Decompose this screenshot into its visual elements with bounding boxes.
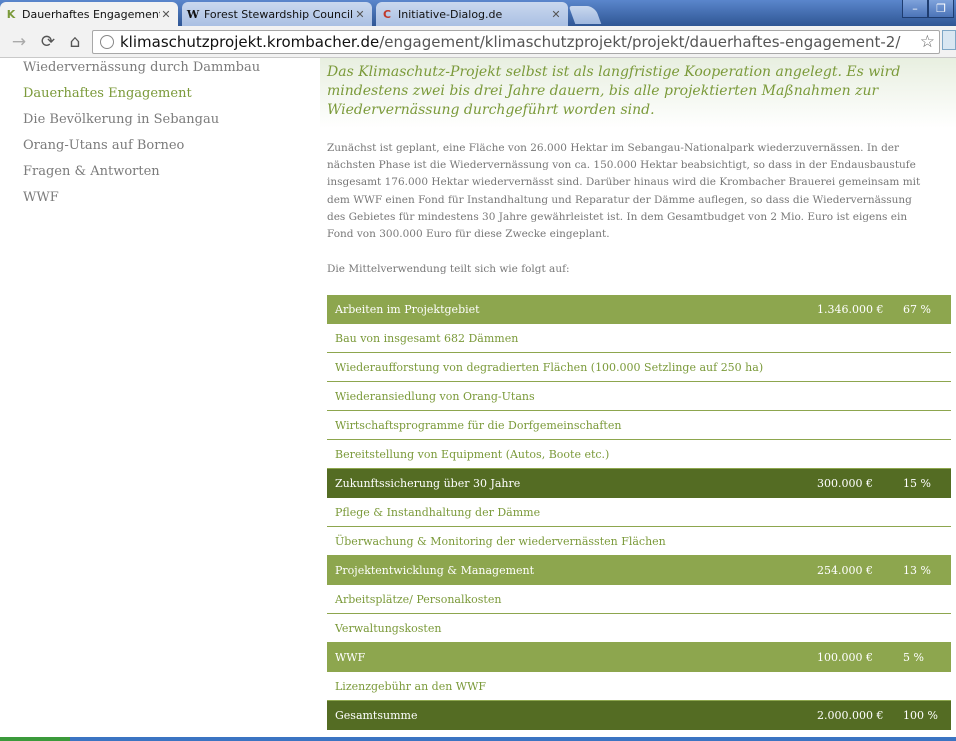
- tab-title: Initiative-Dialog.de: [398, 7, 503, 21]
- row-label: Lizenzgebühr an den WWF: [335, 680, 487, 693]
- row-label: Arbeitsplätze/ Personalkosten: [335, 593, 502, 606]
- sidebar-item-orang-utans[interactable]: Orang-Utans auf Borneo: [23, 138, 184, 153]
- browser-toolbar: → ⟳ ⌂ klimaschutzprojekt.krombacher.de/e…: [0, 26, 956, 58]
- os-taskbar: [0, 737, 956, 741]
- row-amount: 100.000 €: [817, 651, 873, 664]
- table-row: Gesamtsumme 2.000.000 € 100 %: [327, 701, 951, 730]
- initiative-favicon-icon: C: [382, 7, 392, 21]
- minimize-button[interactable]: –: [902, 0, 928, 18]
- row-label: WWF: [335, 651, 366, 664]
- home-icon[interactable]: ⌂: [64, 31, 86, 53]
- krombacher-favicon-icon: K: [6, 7, 16, 21]
- extension-icon[interactable]: [942, 30, 956, 50]
- url-path: /engagement/klimaschutzprojekt/projekt/d…: [379, 33, 901, 51]
- address-bar[interactable]: klimaschutzprojekt.krombacher.de/engagem…: [92, 30, 940, 54]
- table-intro-text: Die Mittelverwendung teilt sich wie folg…: [327, 263, 570, 275]
- row-amount: 1.346.000 €: [817, 303, 884, 316]
- tab-title: Forest Stewardship Council – \: [204, 7, 354, 21]
- sidebar-item-wwf[interactable]: WWF: [23, 190, 59, 205]
- sidebar-item-dauerhaftes-engagement[interactable]: Dauerhaftes Engagement: [23, 86, 192, 101]
- table-row: Überwachung & Monitoring der wiedervernä…: [327, 527, 951, 556]
- table-row: Verwaltungskosten: [327, 614, 951, 643]
- sidebar-item-bevoelkerung[interactable]: Die Bevölkerung in Sebangau: [23, 112, 219, 127]
- close-icon[interactable]: ✕: [354, 8, 366, 21]
- new-tab-button[interactable]: [568, 6, 602, 24]
- sidebar-item-wiedervernaessung[interactable]: Wiedervernässung durch Dammbau: [23, 60, 260, 75]
- body-paragraph: Zunächst ist geplant, eine Fläche von 26…: [327, 142, 921, 241]
- row-percent: 5 %: [903, 651, 924, 664]
- tab-strip: K Dauerhaftes Engagement | Kli ✕ W Fores…: [0, 0, 956, 26]
- tab-initiative-dialog[interactable]: C Initiative-Dialog.de ✕: [376, 2, 568, 26]
- close-icon[interactable]: ✕: [160, 8, 172, 21]
- row-label: Wiederansiedlung von Orang-Utans: [335, 390, 535, 403]
- forward-arrow-icon[interactable]: →: [8, 31, 30, 53]
- row-label: Überwachung & Monitoring der wiedervernä…: [335, 535, 666, 548]
- row-percent: 15 %: [903, 477, 931, 490]
- table-row: Arbeiten im Projektgebiet 1.346.000 € 67…: [327, 295, 951, 324]
- row-label: Wirtschaftsprogramme für die Dorfgemeins…: [335, 419, 622, 432]
- row-amount: 254.000 €: [817, 564, 873, 577]
- tab-forest-stewardship-council[interactable]: W Forest Stewardship Council – \ ✕: [182, 2, 372, 26]
- maximize-button[interactable]: ❐: [928, 0, 954, 18]
- row-label: Zukunftssicherung über 30 Jahre: [335, 477, 521, 490]
- table-row: Bau von insgesamt 682 Dämmen: [327, 324, 951, 353]
- tab-dauerhaftes-engagement[interactable]: K Dauerhaftes Engagement | Kli ✕: [0, 2, 178, 26]
- url-host: klimaschutzprojekt.krombacher.de: [120, 33, 380, 51]
- web-page: Wiedervernässung durch Dammbau Dauerhaft…: [0, 58, 956, 741]
- table-row: Wirtschaftsprogramme für die Dorfgemeins…: [327, 411, 951, 440]
- reload-icon[interactable]: ⟳: [37, 31, 59, 53]
- table-row: Projektentwicklung & Management 254.000 …: [327, 556, 951, 585]
- row-label: Projektentwicklung & Management: [335, 564, 535, 577]
- row-label: Bau von insgesamt 682 Dämmen: [335, 332, 519, 345]
- bookmark-star-icon[interactable]: ☆: [920, 32, 935, 52]
- start-button[interactable]: [0, 737, 70, 741]
- table-row: Bereitstellung von Equipment (Autos, Boo…: [327, 440, 951, 469]
- close-icon[interactable]: ✕: [550, 8, 562, 21]
- row-label: Gesamtsumme: [335, 709, 418, 722]
- table-row: Pflege & Instandhaltung der Dämme: [327, 498, 951, 527]
- row-percent: 67 %: [903, 303, 931, 316]
- table-row: Zukunftssicherung über 30 Jahre 300.000 …: [327, 469, 951, 498]
- wikipedia-favicon-icon: W: [186, 7, 200, 21]
- table-row: WWF 100.000 € 5 %: [327, 643, 951, 672]
- table-row: Lizenzgebühr an den WWF: [327, 672, 951, 701]
- row-label: Arbeiten im Projektgebiet: [335, 303, 480, 316]
- row-amount: 300.000 €: [817, 477, 873, 490]
- row-amount: 2.000.000 €: [817, 709, 884, 722]
- tab-title: Dauerhaftes Engagement | Kli: [22, 7, 160, 21]
- row-percent: 100 %: [903, 709, 938, 722]
- table-row: Arbeitsplätze/ Personalkosten: [327, 585, 951, 614]
- row-label: Pflege & Instandhaltung der Dämme: [335, 506, 541, 519]
- row-label: Wiederaufforstung von degradierten Fläch…: [335, 361, 764, 374]
- page-icon: [100, 35, 114, 49]
- table-row: Wiederaufforstung von degradierten Fläch…: [327, 353, 951, 382]
- row-label: Bereitstellung von Equipment (Autos, Boo…: [335, 448, 610, 461]
- table-row: Wiederansiedlung von Orang-Utans: [327, 382, 951, 411]
- row-percent: 13 %: [903, 564, 931, 577]
- row-label: Verwaltungskosten: [335, 622, 442, 635]
- lead-paragraph: Das Klimaschutz-Projekt selbst ist als l…: [327, 64, 901, 118]
- sidebar-item-fragen-antworten[interactable]: Fragen & Antworten: [23, 164, 160, 179]
